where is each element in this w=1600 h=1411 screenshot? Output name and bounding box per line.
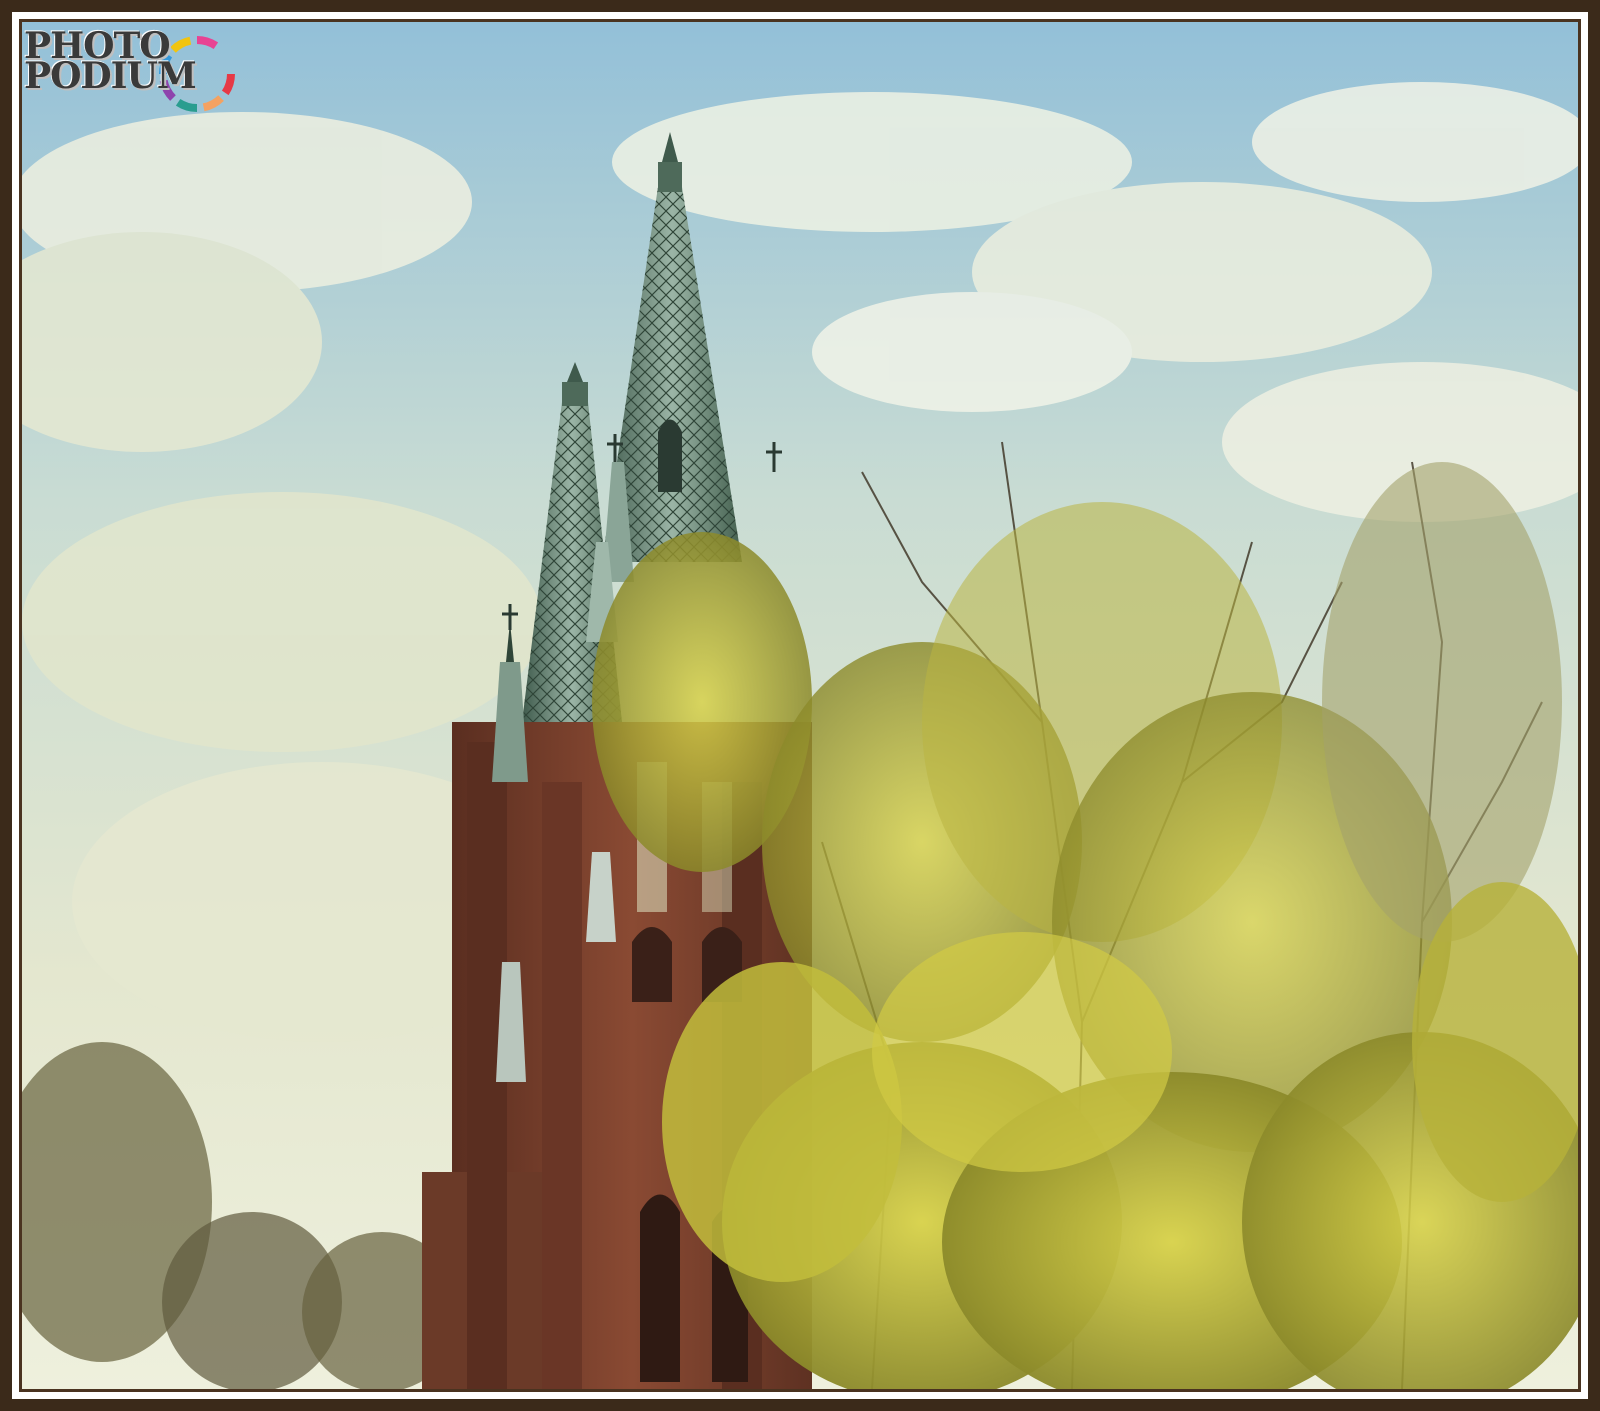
- logo-text-podium: PODIUM: [24, 55, 197, 97]
- photo-page: PHOTO PODIUM: [0, 0, 1600, 1411]
- church-scene: [22, 22, 1578, 1389]
- photopodium-logo: PHOTO PODIUM: [22, 22, 262, 132]
- church-photo: PHOTO PODIUM: [19, 19, 1581, 1392]
